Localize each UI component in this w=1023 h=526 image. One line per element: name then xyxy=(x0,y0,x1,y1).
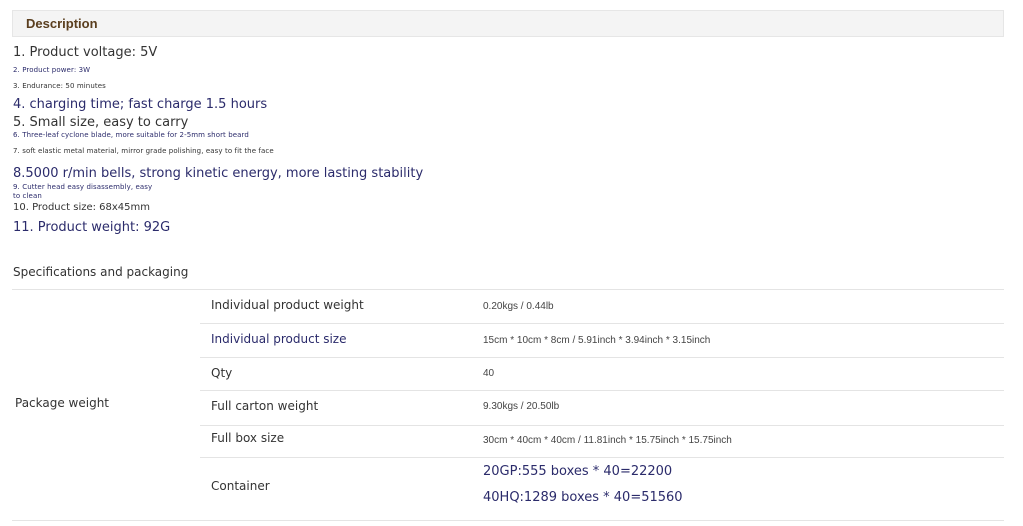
row-value: 15cm * 10cm * 8cm / 5.91inch * 3.94inch … xyxy=(483,335,711,346)
table-divider xyxy=(12,289,1004,290)
description-line: 3. Endurance: 50 minutes xyxy=(13,82,106,90)
table-divider xyxy=(200,357,1004,358)
description-line: 11. Product weight: 92G xyxy=(13,220,171,235)
table-divider xyxy=(200,390,1004,391)
description-line: 5. Small size, easy to carry xyxy=(13,115,189,130)
description-line: 8.5000 r/min bells, strong kinetic energ… xyxy=(13,166,424,181)
description-header: Description xyxy=(12,10,1004,37)
table-divider xyxy=(200,457,1004,458)
table-divider xyxy=(12,520,1004,521)
description-line: 2. Product power: 3W xyxy=(13,66,91,74)
description-title: Description xyxy=(26,16,98,31)
row-value: 0.20kgs / 0.44lb xyxy=(483,301,554,312)
table-divider xyxy=(200,425,1004,426)
row-value: 9.30kgs / 20.50lb xyxy=(483,401,560,412)
row-label: Full carton weight xyxy=(211,399,319,413)
specs-title: Specifications and packaging xyxy=(13,265,189,279)
table-divider xyxy=(200,323,1004,324)
row-value: 30cm * 40cm * 40cm / 11.81inch * 15.75in… xyxy=(483,435,732,446)
description-line: 6. Three-leaf cyclone blade, more suitab… xyxy=(13,131,249,139)
description-line: 10. Product size: 68x45mm xyxy=(13,202,151,213)
description-line: 4. charging time; fast charge 1.5 hours xyxy=(13,97,268,112)
row-label: Qty xyxy=(211,366,233,380)
row-label: Individual product size xyxy=(211,332,347,346)
description-line: 1. Product voltage: 5V xyxy=(13,45,158,60)
row-value: 40HQ:1289 boxes * 40=51560 xyxy=(483,490,683,505)
description-line: 9. Cutter head easy disassembly, easy to… xyxy=(13,183,153,200)
description-line: 7. soft elastic metal material, mirror g… xyxy=(13,147,274,155)
row-value: 20GP:555 boxes * 40=22200 xyxy=(483,464,673,479)
row-label: Container xyxy=(211,479,270,493)
row-label: Individual product weight xyxy=(211,298,364,312)
group-label: Package weight xyxy=(15,396,110,410)
row-label: Full box size xyxy=(211,431,285,445)
row-value: 40 xyxy=(483,368,495,379)
